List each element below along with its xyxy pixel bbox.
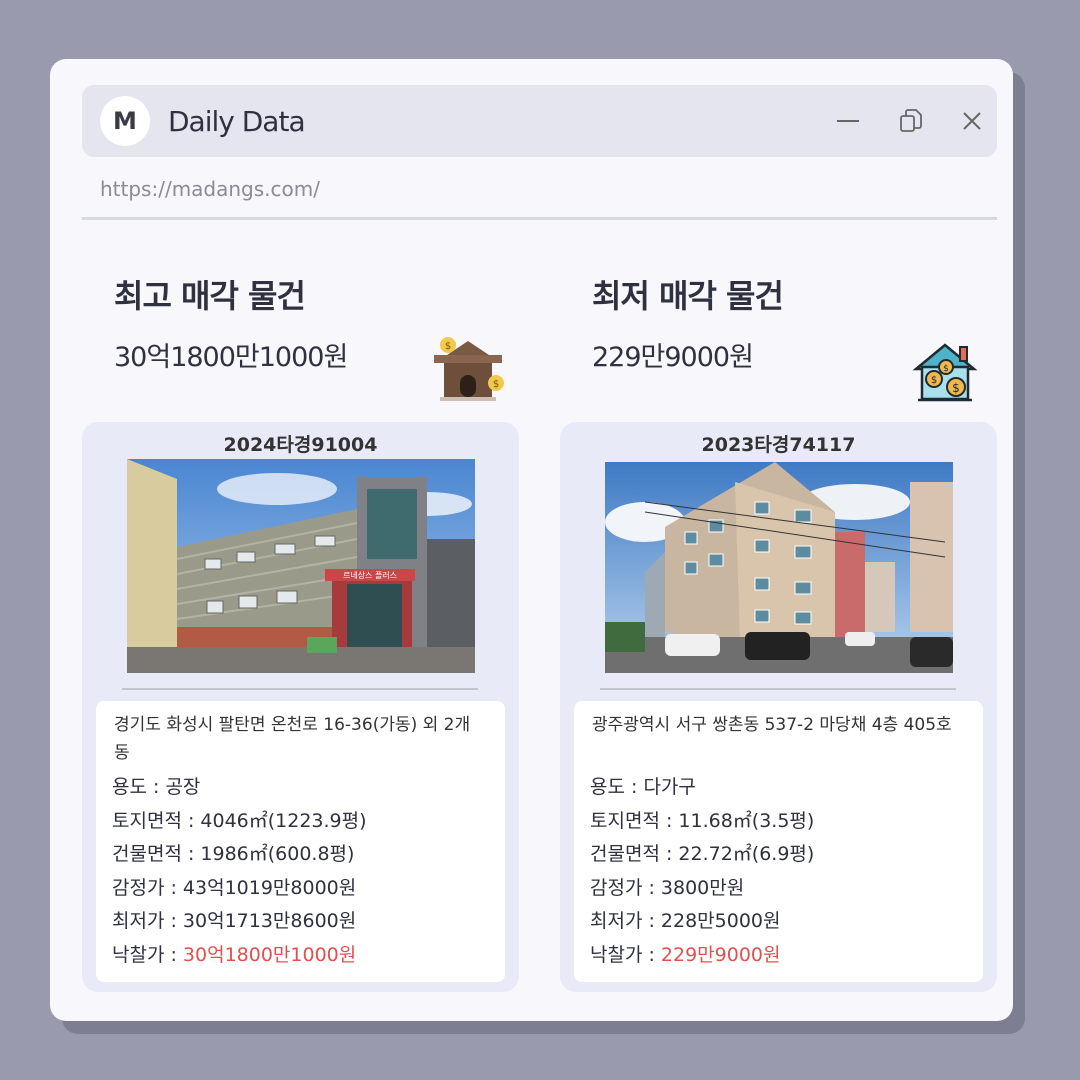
app-logo: M [100,96,150,146]
property-photo [605,462,953,673]
house-money-icon: $ $ [430,331,506,411]
highest-property-card[interactable]: 2024타경91004 르네상스 플러스 경기도 화성시 팔탄면 온천로 16-… [82,422,519,992]
winning-bid: 낙찰가 : 229만9000원 [590,939,965,973]
lowest-price: 229만9000원 [592,342,754,373]
svg-text:$: $ [943,364,949,374]
property-address: 경기도 화성시 팔탄면 온천로 16-36(가동) 외 2개 동 [114,715,471,763]
svg-text:$: $ [445,341,451,352]
property-details: 광주광역시 서구 쌍촌동 537-2 마당채 4층 405호 용도 : 다가구 … [574,701,983,982]
appraisal-price: 감정가 : 43억1019만8000원 [112,876,357,899]
case-number: 2024타경91004 [223,434,378,456]
property-photo: 르네상스 플러스 [127,459,475,673]
card-divider [600,688,956,690]
property-use: 용도 : 공장 [112,776,201,798]
header-divider [82,217,997,220]
title-bar: M Daily Data [82,85,997,157]
property-address: 광주광역시 서구 쌍촌동 537-2 마당채 4층 405호 [592,715,952,735]
building-sign: 르네상스 플러스 [343,570,397,580]
highest-header: 최고 매각 물건 30억1800만1000원 [114,271,348,374]
lowest-header: 최저 매각 물건 229만9000원 [592,271,784,374]
building-area: 건물면적 : 1986㎡(600.8평) [112,843,355,865]
minimize-icon[interactable] [834,107,862,135]
winning-bid-value: 229만9000원 [660,943,781,966]
winning-bid-label: 낙찰가 : [112,943,183,966]
highest-heading: 최고 매각 물건 [114,277,306,315]
building-area: 건물면적 : 22.72㎡(6.9평) [590,843,815,865]
house-coins-icon: $ $ $ [912,339,978,409]
app-window: M Daily Data https://madangs.com/ 최고 매각 … [50,59,1013,1021]
winning-bid-value: 30억1800만1000원 [182,943,357,966]
property-use: 용도 : 다가구 [590,776,696,798]
restore-icon[interactable] [897,107,925,135]
highest-price: 30억1800만1000원 [114,342,348,373]
svg-text:$: $ [493,379,499,390]
land-area: 토지면적 : 11.68㎡(3.5평) [590,809,815,832]
property-details: 경기도 화성시 팔탄면 온천로 16-36(가동) 외 2개 동 용도 : 공장… [96,701,505,982]
svg-text:$: $ [952,381,960,395]
app-title: Daily Data [168,105,306,138]
svg-text:$: $ [931,375,937,386]
minimum-price: 최저가 : 228만5000원 [590,910,781,932]
lowest-heading: 최저 매각 물건 [592,277,784,315]
minimum-price: 최저가 : 30억1713만8600원 [112,910,357,932]
winning-bid: 낙찰가 : 30억1800만1000원 [112,939,487,973]
lowest-property-card[interactable]: 2023타경74117 광주광역시 서구 쌍촌동 537-2 마당채 4층 40… [560,422,997,992]
appraisal-price: 감정가 : 3800만원 [590,876,745,899]
card-divider [122,688,478,690]
url-text[interactable]: https://madangs.com/ [100,177,320,201]
close-icon[interactable] [958,107,986,135]
winning-bid-label: 낙찰가 : [590,943,661,966]
land-area: 토지면적 : 4046㎡(1223.9평) [112,809,367,832]
case-number: 2023타경74117 [701,434,856,456]
